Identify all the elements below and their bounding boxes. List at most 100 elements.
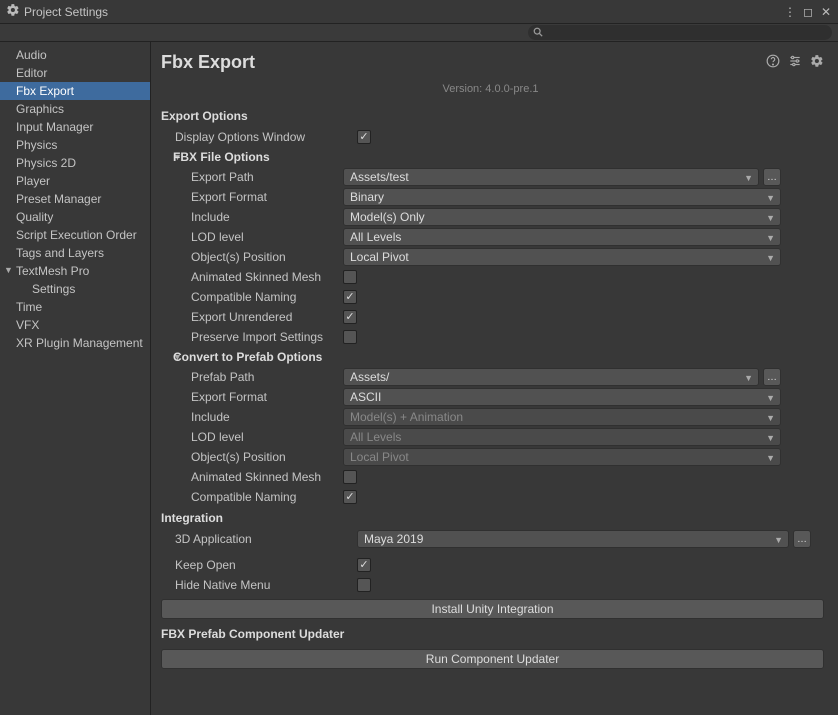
foldout-arrow-icon[interactable]: ▼: [161, 152, 173, 162]
sidebar-item-textmesh-pro-settings[interactable]: Settings: [0, 280, 150, 298]
export-path-label: Export Path: [161, 170, 343, 184]
sidebar-item-label: Graphics: [16, 102, 64, 116]
export-format-dropdown[interactable]: Binary▼: [343, 188, 781, 206]
prefab-animated-skinned-mesh-checkbox[interactable]: [343, 470, 357, 484]
content-panel: Fbx Export Version: 4.0.0-pre.1 Export O…: [151, 42, 838, 715]
prefab-animated-skinned-mesh-label: Animated Skinned Mesh: [161, 470, 343, 484]
fbx-file-options-heading[interactable]: FBX File Options: [173, 150, 270, 164]
sidebar-item-preset-manager[interactable]: Preset Manager: [0, 190, 150, 208]
chevron-down-icon: ▼: [766, 233, 775, 243]
hide-native-menu-checkbox[interactable]: [357, 578, 371, 592]
compatible-naming-checkbox[interactable]: [343, 290, 357, 304]
window-maximize-icon[interactable]: ◻: [802, 6, 814, 18]
prefab-compatible-naming-checkbox[interactable]: [343, 490, 357, 504]
display-options-window-checkbox[interactable]: [357, 130, 371, 144]
window-menu-icon[interactable]: ⋮: [784, 6, 796, 18]
chevron-down-icon: ▼: [744, 173, 753, 183]
sidebar-item-label: Fbx Export: [16, 84, 74, 98]
help-icon[interactable]: [766, 54, 780, 71]
sidebar-item-input-manager[interactable]: Input Manager: [0, 118, 150, 136]
sidebar: Audio Editor Fbx Export Graphics Input M…: [0, 42, 151, 715]
sidebar-item-label: Tags and Layers: [16, 246, 104, 260]
sidebar-item-label: TextMesh Pro: [16, 264, 89, 278]
sidebar-item-physics[interactable]: Physics: [0, 136, 150, 154]
sidebar-item-audio[interactable]: Audio: [0, 46, 150, 64]
foldout-arrow-icon: ▼: [4, 265, 13, 275]
sidebar-item-label: Audio: [16, 48, 47, 62]
sidebar-item-script-execution-order[interactable]: Script Execution Order: [0, 226, 150, 244]
3d-application-browse-button[interactable]: …: [793, 530, 811, 548]
sidebar-item-graphics[interactable]: Graphics: [0, 100, 150, 118]
sidebar-item-fbx-export[interactable]: Fbx Export: [0, 82, 150, 100]
sidebar-item-label: Settings: [32, 282, 75, 296]
chevron-down-icon: ▼: [774, 535, 783, 545]
dropdown-value: All Levels: [350, 430, 401, 444]
objects-position-label: Object(s) Position: [161, 250, 343, 264]
button-label: Install Unity Integration: [431, 602, 553, 616]
sidebar-item-label: Player: [16, 174, 50, 188]
lod-level-label: LOD level: [161, 230, 343, 244]
foldout-arrow-icon[interactable]: ▼: [161, 352, 173, 362]
dropdown-value: Assets/test: [350, 170, 409, 184]
sidebar-item-label: Script Execution Order: [16, 228, 137, 242]
objects-position-dropdown[interactable]: Local Pivot ▼: [343, 248, 781, 266]
3d-application-dropdown[interactable]: Maya 2019▼: [357, 530, 789, 548]
prefab-compatible-naming-label: Compatible Naming: [161, 490, 343, 504]
chevron-down-icon: ▼: [766, 253, 775, 263]
animated-skinned-mesh-checkbox[interactable]: [343, 270, 357, 284]
sidebar-item-label: Preset Manager: [16, 192, 101, 206]
sidebar-item-tags-and-layers[interactable]: Tags and Layers: [0, 244, 150, 262]
convert-prefab-options-heading[interactable]: Convert to Prefab Options: [173, 350, 322, 364]
export-options-heading: Export Options: [151, 105, 830, 127]
sidebar-item-label: XR Plugin Management: [16, 336, 143, 350]
prefab-path-browse-button[interactable]: …: [763, 368, 781, 386]
button-label: Run Component Updater: [426, 652, 559, 666]
include-dropdown[interactable]: Model(s) Only▼: [343, 208, 781, 226]
version-label: Version: 4.0.0-pre.1: [151, 79, 830, 105]
sidebar-item-textmesh-pro[interactable]: ▼TextMesh Pro: [0, 262, 150, 280]
keep-open-checkbox[interactable]: [357, 558, 371, 572]
dropdown-value: Model(s) Only: [350, 210, 425, 224]
keep-open-label: Keep Open: [161, 558, 357, 572]
dropdown-value: ASCII: [350, 390, 381, 404]
export-path-browse-button[interactable]: …: [763, 168, 781, 186]
dropdown-value: Local Pivot: [350, 250, 409, 264]
window-title: Project Settings: [24, 5, 108, 19]
gear-icon: [6, 3, 20, 20]
search-input[interactable]: [528, 25, 832, 40]
chevron-down-icon: ▼: [766, 393, 775, 403]
dropdown-value: Assets/: [350, 370, 389, 384]
lod-level-dropdown[interactable]: All Levels▼: [343, 228, 781, 246]
export-unrendered-checkbox[interactable]: [343, 310, 357, 324]
animated-skinned-mesh-label: Animated Skinned Mesh: [161, 270, 343, 284]
search-icon: [533, 27, 543, 40]
prefab-path-dropdown[interactable]: Assets/ ▼: [343, 368, 759, 386]
chevron-down-icon: ▼: [766, 453, 775, 463]
sidebar-item-label: Physics: [16, 138, 57, 152]
integration-heading: Integration: [151, 507, 830, 529]
prefab-lod-level-dropdown: All Levels▼: [343, 428, 781, 446]
export-path-dropdown[interactable]: Assets/test ▼: [343, 168, 759, 186]
titlebar: Project Settings ⋮ ◻ ✕: [0, 0, 838, 24]
preserve-import-settings-checkbox[interactable]: [343, 330, 357, 344]
hide-native-menu-label: Hide Native Menu: [161, 578, 357, 592]
prefab-export-format-dropdown[interactable]: ASCII ▼: [343, 388, 781, 406]
window-close-icon[interactable]: ✕: [820, 6, 832, 18]
settings-gear-icon[interactable]: [810, 54, 824, 71]
sidebar-item-editor[interactable]: Editor: [0, 64, 150, 82]
sidebar-item-player[interactable]: Player: [0, 172, 150, 190]
sidebar-item-xr-plugin-management[interactable]: XR Plugin Management: [0, 334, 150, 352]
sidebar-item-label: Time: [16, 300, 42, 314]
sidebar-item-vfx[interactable]: VFX: [0, 316, 150, 334]
sidebar-item-label: Physics 2D: [16, 156, 76, 170]
fbx-prefab-updater-heading: FBX Prefab Component Updater: [151, 623, 830, 645]
chevron-down-icon: ▼: [744, 373, 753, 383]
run-component-updater-button[interactable]: Run Component Updater: [161, 649, 824, 669]
sidebar-item-physics-2d[interactable]: Physics 2D: [0, 154, 150, 172]
install-unity-integration-button[interactable]: Install Unity Integration: [161, 599, 824, 619]
sidebar-item-time[interactable]: Time: [0, 298, 150, 316]
3d-application-label: 3D Application: [161, 532, 357, 546]
preset-icon[interactable]: [788, 54, 802, 71]
preserve-import-settings-label: Preserve Import Settings: [161, 330, 343, 344]
sidebar-item-quality[interactable]: Quality: [0, 208, 150, 226]
